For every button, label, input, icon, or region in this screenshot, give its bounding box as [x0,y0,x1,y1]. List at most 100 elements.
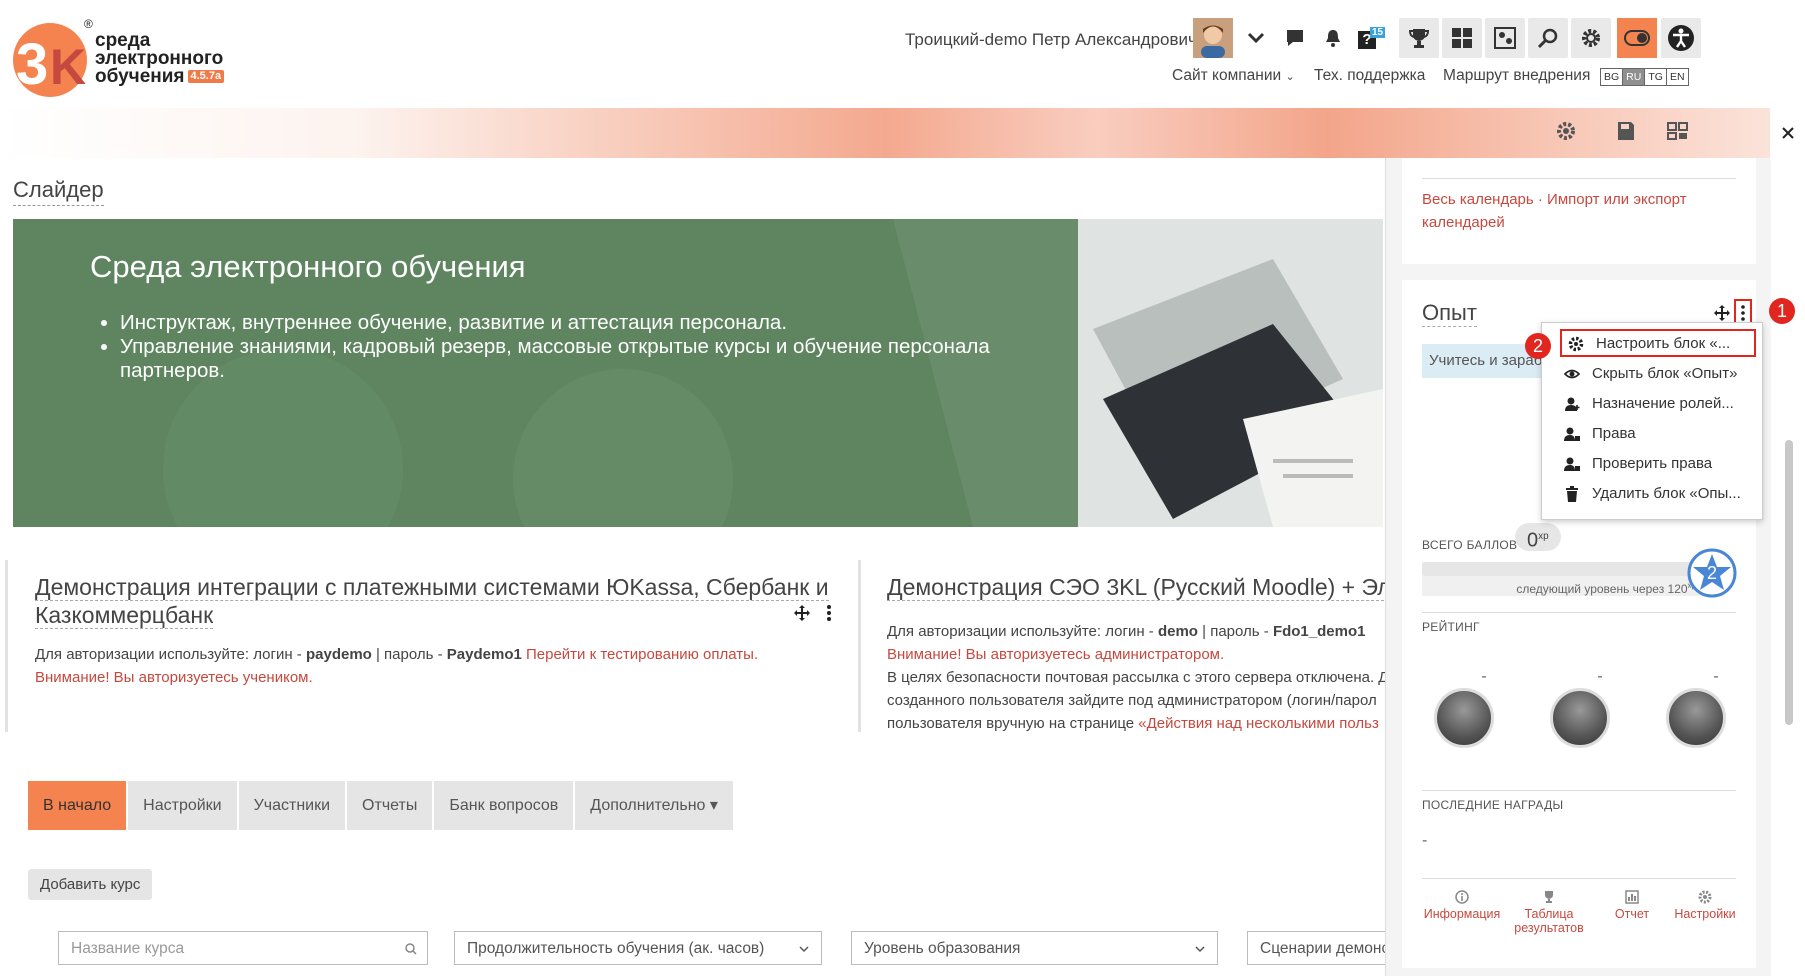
gear-icon [1568,336,1584,352]
tab-more[interactable]: Дополнительно ▾ [575,781,733,830]
search-icon[interactable] [1528,18,1568,58]
demo-card-3kl: Демонстрация СЭО 3KL (Русский Moodle) + … [858,560,1388,732]
slider-bullet-1: Инструктаж, внутреннее обучение, развити… [120,311,1060,335]
xp-progress-track [1422,562,1700,576]
tab-question-bank[interactable]: Банк вопросов [434,781,574,830]
xp-report-link[interactable]: Отчет [1602,890,1662,921]
auth2-password: Fdo1_demo1 [1272,623,1366,640]
course-name-input[interactable]: Название курса [58,931,428,965]
save-icon[interactable] [1617,121,1635,141]
notify-count-badge: 15 [1370,27,1386,38]
xp-settings-link[interactable]: Настройки [1670,890,1740,921]
add-course-button[interactable]: Добавить курс [28,869,153,900]
auth-password: Paydemo1 [446,646,522,663]
rating-dash-1: - [1481,668,1487,685]
trophy-icon[interactable] [1399,18,1439,58]
card-payments-title[interactable]: Демонстрация интеграции с платежными сис… [35,573,835,629]
gear-icon[interactable] [1571,18,1611,58]
kebab-menu-icon[interactable] [826,605,832,621]
accessibility-icon[interactable] [1661,18,1701,58]
scenario-select[interactable]: Сценарии демонс [1247,931,1385,965]
lang-bg[interactable]: BG [1601,69,1624,85]
tab-reports[interactable]: Отчеты [347,781,433,830]
xp-leaderboard-link[interactable]: Таблица результатов [1504,890,1594,935]
logo-registered: ® [84,17,93,31]
auth2-login: demo [1157,623,1198,640]
full-calendar-link[interactable]: Весь календарь [1422,191,1534,208]
notifications-bell-icon[interactable] [1313,18,1353,58]
lang-tg[interactable]: TG [1645,69,1667,85]
card-payments-auth-line: Для авторизации используйте: логин - pay… [35,643,845,666]
level-badge: 2 [1687,548,1737,598]
payment-test-link[interactable]: Перейти к тестированию оплаты. [522,646,758,663]
lang-en[interactable]: EN [1667,69,1688,85]
link-company-site[interactable]: Сайт компании ⌄ [1172,67,1295,85]
close-panel-area [1770,108,1805,158]
chevron-down-icon [799,946,809,953]
page-settings-gear-icon[interactable] [1555,120,1577,142]
duration-select[interactable]: Продолжительность обучения (ак. часов) [454,931,822,965]
total-points-pill: 0xp [1515,523,1561,552]
tab-home[interactable]: В начало [28,781,127,830]
xp-settings-label: Настройки [1674,907,1736,921]
dashboard-grid-icon[interactable] [1442,18,1482,58]
messages-icon[interactable] [1275,18,1315,58]
menu-configure-block[interactable]: Настроить блок «... [1560,329,1756,357]
card-payments-body: Для авторизации используйте: логин - pay… [35,643,845,689]
user-avatar[interactable] [1193,18,1233,58]
scenario-select-value: Сценарии демонс [1260,940,1385,957]
tab-settings[interactable]: Настройки [128,781,237,830]
menu-permissions[interactable]: Права [1542,419,1760,449]
logo-line-3: обучения 4.5.7a [95,67,225,86]
menu-delete-block[interactable]: Удалить блок «Опы... [1542,479,1760,509]
menu-assign-roles-label: Назначение ролей... [1592,395,1734,412]
slider-bullets: Инструктаж, внутреннее обучение, развити… [90,311,1060,383]
user-menu-chevron-icon[interactable] [1236,18,1276,58]
annotation-callout-2: 2 [1525,333,1551,359]
user-check-icon [1564,457,1580,471]
link-company-site-label: Сайт компании [1172,67,1282,84]
link-implementation-route[interactable]: Маршрут внедрения [1443,67,1590,85]
link-separator: · [1533,191,1548,208]
bulk-user-actions-link[interactable]: «Действия над несколькими польз [1138,715,1379,732]
right-panel-scrollbar[interactable] [1785,440,1793,725]
gear-icon [1698,890,1712,904]
chevron-down-icon [1195,946,1205,953]
annotation-callout-1: 1 [1769,298,1795,324]
close-icon[interactable] [1782,127,1794,139]
duration-select-value: Продолжительность обучения (ак. часов) [467,940,765,957]
logo-text[interactable]: среда электронного обучения 4.5.7a [95,31,225,86]
level-number: 2 [1706,563,1717,583]
rating-avatar-icon [1434,688,1494,748]
help-icon[interactable]: ? 15 [1351,18,1391,58]
move-arrows-icon[interactable] [794,605,810,621]
user-name[interactable]: Троицкий-demo Петр Александрович [905,30,1197,50]
card-3kl-title[interactable]: Демонстрация СЭО 3KL (Русский Moodle) + … [887,573,1388,601]
card-3kl-line5-text: пользователя вручную на странице [887,715,1139,732]
rating-row: - - - [1422,668,1736,758]
move-arrows-icon[interactable] [1714,305,1730,321]
theme-toggle-icon[interactable] [1617,18,1657,58]
menu-hide-block[interactable]: Скрыть блок «Опыт» [1542,359,1760,389]
blocks-layout-icon[interactable] [1667,121,1689,141]
auth-login: paydemo [305,646,372,663]
report-icon [1625,890,1639,904]
menu-assign-roles[interactable]: Назначение ролей... [1542,389,1760,419]
right-block-panel: Весь календарь · Импорт или экспорт кале… [1385,158,1771,976]
xp-info-link[interactable]: Информация [1422,890,1502,921]
calendar-block: Весь календарь · Импорт или экспорт кале… [1402,158,1756,264]
block-actions-menu: Настроить блок «... Скрыть блок «Опыт» Н… [1541,322,1763,520]
menu-check-permissions[interactable]: Проверить права [1542,449,1760,479]
eye-icon [1564,369,1580,379]
course-name-placeholder: Название курса [71,940,185,957]
users-board-icon[interactable] [1485,18,1525,58]
rating-avatar-icon [1666,688,1726,748]
total-points-label: ВСЕГО БАЛЛОВ [1422,538,1518,552]
education-level-select[interactable]: Уровень образования [851,931,1218,965]
slider-heading: Среда электронного обучения [90,249,526,284]
tab-participants[interactable]: Участники [238,781,346,830]
logo-3k-icon[interactable]: 3 K [10,16,88,100]
link-support[interactable]: Тех. поддержка [1314,67,1425,85]
lang-ru[interactable]: RU [1623,69,1646,85]
user-plus-icon [1565,397,1580,411]
